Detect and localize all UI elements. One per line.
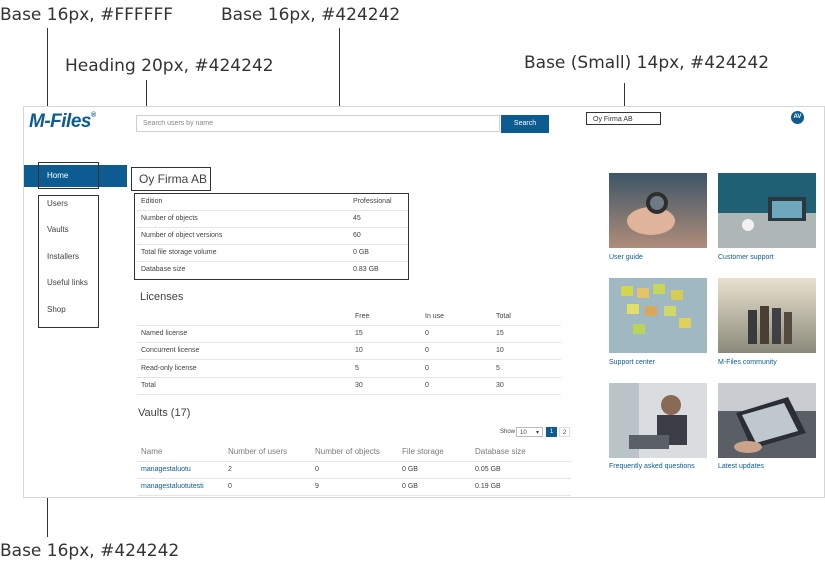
- tile-customer-support[interactable]: Customer support: [718, 254, 774, 261]
- vaults-title: Vaults (17): [138, 407, 191, 419]
- chevron-down-icon: ▾: [535, 430, 539, 436]
- hands-laptop-photo-icon[interactable]: [718, 383, 816, 458]
- tile-support-center[interactable]: Support center: [609, 359, 655, 366]
- vaults-header-row: Name Number of users Number of objects File…: [137, 441, 571, 462]
- table-row: Read-only license 5 0 5: [137, 360, 561, 378]
- licenses-title: Licenses: [140, 291, 184, 303]
- annotation-nav-text: Base 16px, #FFFFFF: [0, 5, 174, 25]
- highlight-box-table: [134, 193, 409, 280]
- highlight-box-home: [38, 162, 99, 189]
- licenses-header-row: Free In use Total: [137, 308, 561, 326]
- tile-mfiles-community[interactable]: M-Files community: [718, 359, 777, 366]
- mfiles-logo[interactable]: M-Files®: [29, 111, 96, 133]
- search-input[interactable]: [136, 115, 500, 132]
- man-laptop-photo-icon[interactable]: [609, 383, 707, 458]
- highlight-box-nav: [38, 195, 99, 328]
- organization-selector[interactable]: Oy Firma AB: [586, 112, 661, 125]
- app-window: M-Files® Search Oy Firma AB AV Home User…: [23, 106, 825, 498]
- page-size-select[interactable]: 10 ▾: [516, 427, 543, 437]
- sticky-notes-photo-icon[interactable]: [609, 278, 707, 353]
- table-row: managestaluotu 2 0 0 GB 0.05 GB: [137, 461, 571, 479]
- vault-link[interactable]: managestaluotutesti: [141, 483, 204, 490]
- search-button[interactable]: Search: [501, 115, 549, 133]
- table-row: Concurrent license 10 0 10: [137, 342, 561, 360]
- tile-faq[interactable]: Frequently asked questions: [609, 463, 695, 470]
- annotation-heading: Heading 20px, #424242: [65, 56, 274, 76]
- table-row: managestaluotutesti 0 9 0 GB 0.19 GB: [137, 478, 571, 496]
- table-row: Named license 15 0 15: [137, 325, 561, 343]
- group-people-photo-icon[interactable]: [718, 278, 816, 353]
- laptop-desk-photo-icon[interactable]: [718, 173, 816, 248]
- vault-link[interactable]: managestaluotu: [141, 466, 191, 473]
- annotation-small: Base (Small) 14px, #424242: [524, 53, 770, 73]
- highlight-box-heading: [131, 167, 211, 191]
- page-size-label: Show: [500, 429, 516, 435]
- annotation-table-text: Base 16px, #424242: [221, 5, 401, 25]
- annotation-bottom: Base 16px, #424242: [0, 541, 180, 561]
- page-button-1[interactable]: 1: [546, 427, 557, 437]
- compass-photo-icon[interactable]: [609, 173, 707, 248]
- tile-user-guide[interactable]: User guide: [609, 254, 643, 261]
- table-row: Total 30 0 30: [137, 377, 561, 395]
- user-avatar[interactable]: AV: [791, 111, 804, 124]
- page-button-2[interactable]: 2: [559, 427, 570, 437]
- tile-latest-updates[interactable]: Latest updates: [718, 463, 764, 470]
